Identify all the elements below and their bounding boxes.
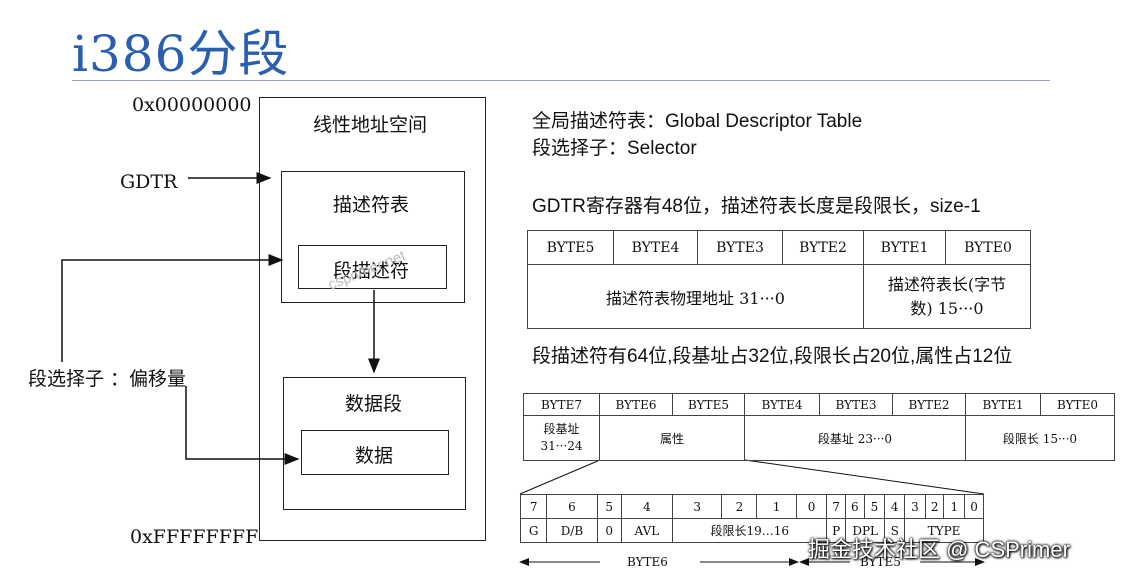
desc-attr-cell: 属性 [599, 415, 745, 461]
gdtr-base-cell: 描述符表物理地址 31···0 [527, 264, 864, 329]
bit-cell: 5 [596, 494, 622, 519]
desc-byte-cell: BYTE0 [1040, 393, 1115, 416]
desc-base-low-cell: 段基址 23···0 [744, 415, 966, 461]
note-gdt: 全局描述符表：Global Descriptor Table [532, 111, 863, 132]
note-selector: 段选择子：Selector [532, 138, 697, 159]
desc-byte-cell: BYTE3 [819, 393, 893, 416]
desc-byte-cell: BYTE5 [672, 393, 745, 416]
gdtr-byte-cell: BYTE2 [782, 230, 864, 265]
desc-base-high-cell: 段基址 31···24 [523, 415, 600, 461]
selector-arrow [61, 254, 284, 362]
attr-expand-line-right [744, 459, 985, 495]
bit-cell: 2 [924, 494, 945, 519]
field-limit-high: 段限长19…16 [672, 518, 828, 543]
gdtr-limit-line2: 数) 15···0 [910, 298, 984, 318]
desc-base-high-line2: 31···24 [540, 439, 583, 453]
offset-arrow [185, 386, 300, 465]
bit-cell: 6 [546, 494, 598, 519]
gdtr-limit-cell: 描述符表长(字节 数) 15···0 [863, 264, 1031, 329]
gdtr-limit-line1: 描述符表长(字节 [887, 274, 1007, 294]
bit-cell: 1 [756, 494, 797, 519]
note-gdtr: GDTR寄存器有48位，描述符表长度是段限长，size-1 [532, 196, 981, 217]
bit-cell: 4 [884, 494, 906, 519]
attr-expand-line-left [519, 459, 601, 495]
desc-byte-cell: BYTE6 [599, 393, 673, 416]
byte6-span-label: BYTE6 [627, 555, 668, 569]
bit-cell: 7 [826, 494, 847, 519]
gdtr-byte-cell: BYTE1 [863, 230, 946, 265]
bit-cell: 0 [964, 494, 984, 519]
desc-limit-cell: 段限长 15···0 [965, 415, 1115, 461]
gdtr-register-table: BYTE5 BYTE4 BYTE3 BYTE2 BYTE1 BYTE0 描述符表… [527, 230, 1031, 329]
desc-byte-cell: BYTE4 [744, 393, 820, 416]
bit-cell: 0 [795, 494, 828, 519]
gdtr-byte-cell: BYTE3 [697, 230, 783, 265]
site-credit: 掘金技术社区 @ CSPrimer [808, 537, 1070, 562]
bit-cell: 5 [863, 494, 886, 519]
gdtr-byte-cell: BYTE4 [613, 230, 698, 265]
field-zero: 0 [596, 518, 622, 543]
field-db: D/B [546, 518, 598, 543]
gdtr-byte-cell: BYTE5 [527, 230, 614, 265]
bit-cell: 3 [904, 494, 926, 519]
bit-cell: 2 [721, 494, 758, 519]
bit-cell: 3 [672, 494, 723, 519]
bit-cell: 6 [845, 494, 865, 519]
desc-base-high-line1: 段基址 [543, 422, 580, 436]
note-descriptor: 段描述符有64位,段基址占32位,段限长占20位,属性占12位 [532, 346, 1013, 367]
desc-byte-cell: BYTE1 [965, 393, 1041, 416]
bit-cell: 1 [943, 494, 966, 519]
field-g: G [519, 518, 548, 543]
segment-descriptor-table: BYTE7 BYTE6 BYTE5 BYTE4 BYTE3 BYTE2 BYTE… [523, 393, 1115, 461]
field-avl: AVL [620, 518, 674, 543]
bit-cell: 7 [519, 494, 548, 519]
gdtr-byte-cell: BYTE0 [945, 230, 1031, 265]
desc-byte-cell: BYTE7 [523, 393, 600, 416]
bit-cell: 4 [620, 494, 674, 519]
desc-byte-cell: BYTE2 [892, 393, 966, 416]
